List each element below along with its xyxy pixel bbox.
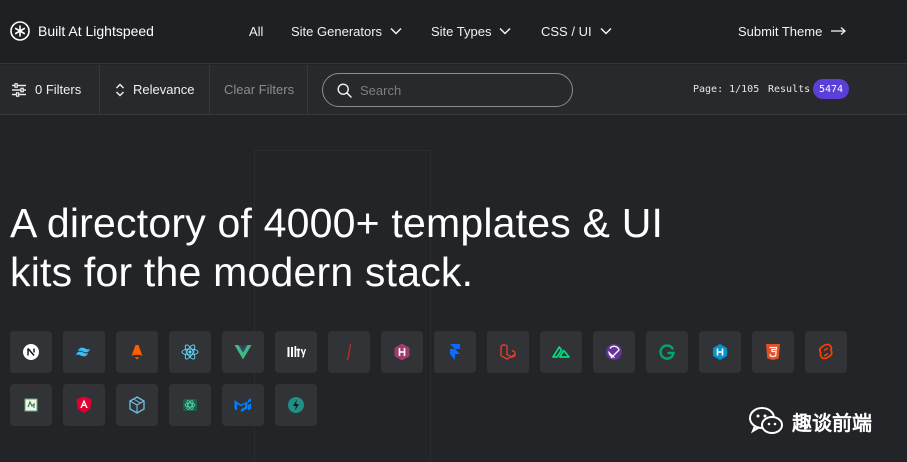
brand-link[interactable]: Built At Lightspeed (10, 20, 154, 42)
search-box (322, 73, 573, 107)
vuepress-tile[interactable] (116, 384, 158, 426)
angular-icon (76, 396, 92, 413)
chevron-down-icon (390, 27, 402, 35)
html5-icon (766, 344, 780, 360)
asterisk-logo-icon (10, 21, 30, 41)
hero-title-line-2: kits for the modern stack. (10, 249, 474, 295)
tailwind-tile[interactable] (63, 331, 105, 373)
middleman-tile[interactable] (10, 384, 52, 426)
nav-css-ui[interactable]: CSS / UI (541, 21, 612, 41)
nav-site-generators[interactable]: Site Generators (291, 21, 402, 41)
search-icon (337, 82, 352, 98)
top-navigation: Built At Lightspeed All Site Generators … (0, 0, 907, 64)
mui-tile[interactable] (222, 384, 264, 426)
filters-button[interactable]: 0 Filters (11, 65, 81, 114)
sort-relevance-button[interactable]: Relevance (115, 65, 194, 114)
vue-tile[interactable] (222, 331, 264, 373)
clear-filters-button[interactable]: Clear Filters (224, 65, 294, 114)
react-native-tile[interactable] (169, 384, 211, 426)
middleman-icon (24, 398, 38, 412)
submit-theme-label: Submit Theme (738, 23, 823, 39)
laravel-tile[interactable] (487, 331, 529, 373)
wechat-watermark: 趣谈前端 (748, 403, 872, 439)
divider (209, 65, 210, 114)
sort-label: Relevance (133, 82, 195, 97)
nav-all-label: All (249, 23, 264, 39)
watermark-text: 趣谈前端 (792, 410, 872, 435)
vuepress-icon (129, 396, 145, 414)
vue-icon (234, 345, 252, 360)
divider (307, 65, 308, 114)
sliders-icon (12, 82, 26, 97)
react-tile[interactable] (169, 331, 211, 373)
svelte-tile[interactable] (805, 331, 847, 373)
sort-updown-icon (116, 83, 124, 96)
page-indicator: Page: 1/105 (693, 84, 760, 95)
hugo-tile[interactable] (699, 331, 741, 373)
jekyll-icon (345, 344, 352, 361)
mui-icon (234, 398, 251, 413)
clear-filters-label: Clear Filters (224, 82, 295, 97)
chevron-down-icon (499, 27, 511, 35)
background-grid-line (254, 150, 430, 151)
filters-label: 0 Filters (35, 82, 82, 97)
search-input[interactable] (360, 82, 560, 98)
gatsby-icon (606, 344, 622, 360)
astro-icon (131, 345, 143, 360)
framer-tile[interactable] (434, 331, 476, 373)
jekyll-tile[interactable] (328, 331, 370, 373)
react-icon (181, 344, 199, 360)
submit-theme-link[interactable]: Submit Theme (738, 21, 847, 41)
nav-site-generators-label: Site Generators (291, 23, 383, 39)
gatsby-tile[interactable] (593, 331, 635, 373)
framework-icon-grid (10, 331, 850, 426)
nextjs-tile[interactable] (10, 331, 52, 373)
nav-site-types-label: Site Types (431, 23, 492, 39)
brand-name: Built At Lightspeed (38, 23, 154, 39)
wechat-icon (749, 407, 783, 434)
nav-site-types[interactable]: Site Types (431, 21, 511, 41)
angular-tile[interactable] (63, 384, 105, 426)
framer-icon (450, 344, 460, 360)
chevron-down-icon (600, 27, 612, 35)
eleventy-icon (287, 346, 306, 358)
gridsome-tile[interactable] (646, 331, 688, 373)
hero-title: A directory of 4000+ templates & UI kits… (10, 199, 770, 297)
astro-tile[interactable] (116, 331, 158, 373)
html5-tile[interactable] (752, 331, 794, 373)
nav-all[interactable]: All (249, 21, 263, 41)
hexo-tile[interactable] (381, 331, 423, 373)
results-label: Results (768, 84, 811, 95)
remix-icon (288, 397, 304, 413)
nuxt-icon (552, 346, 570, 358)
nav-css-ui-label: CSS / UI (541, 23, 592, 39)
divider (99, 65, 100, 114)
arrow-right-icon (831, 27, 847, 35)
hexo-icon (394, 343, 410, 361)
results-count-badge: 5474 (813, 79, 849, 99)
react-native-icon (183, 399, 197, 411)
tailwind-icon (76, 347, 90, 357)
gridsome-icon (659, 344, 675, 360)
hero-title-line-1: A directory of 4000+ templates & UI (10, 200, 664, 246)
hugo-icon (713, 344, 727, 360)
nextjs-icon (23, 344, 39, 360)
nuxt-tile[interactable] (540, 331, 582, 373)
laravel-icon (500, 343, 516, 360)
eleventy-tile[interactable] (275, 331, 317, 373)
remix-tile[interactable] (275, 384, 317, 426)
svelte-icon (818, 343, 833, 360)
filter-bar: 0 Filters Relevance Clear Filters Page: … (0, 65, 907, 115)
